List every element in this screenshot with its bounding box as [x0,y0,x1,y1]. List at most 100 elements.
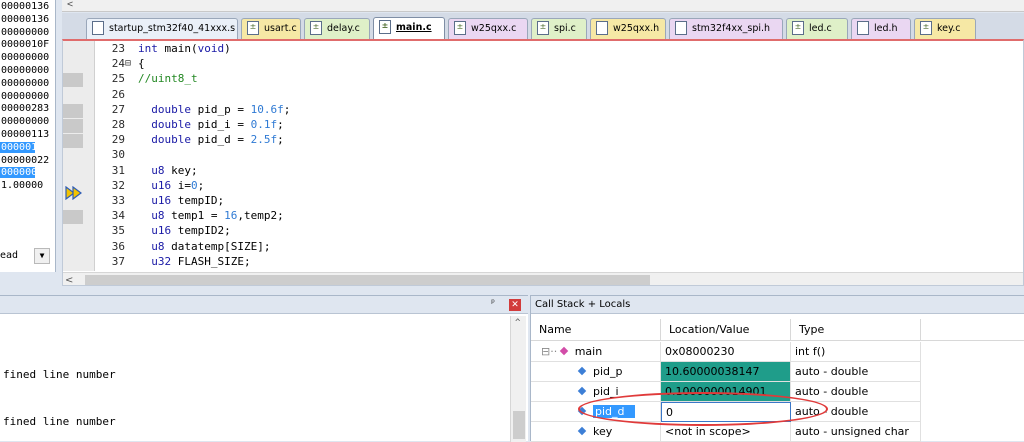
code-line[interactable]: double pid_p = 10.6f; [138,103,290,117]
line-number: 34 [111,209,125,223]
register-value[interactable]: 00000136 [0,1,49,12]
scrollbar-thumb[interactable] [513,411,525,439]
register-mode-dropdown[interactable]: ▼ [34,248,50,264]
tab-main-c[interactable]: ± main.c [373,17,445,39]
register-value[interactable]: 1.00000 [0,180,43,191]
line-number: 33 [111,194,125,207]
tab-label: usart.c [264,23,297,34]
code-line[interactable]: u8 key; [138,164,197,178]
code-line[interactable]: u8 temp1 = 16,temp2; [138,209,283,223]
output-vertical-scrollbar[interactable]: ^ [510,316,526,442]
scrollbar-thumb[interactable] [85,275,650,285]
register-value[interactable]: 00000000 [0,91,49,102]
breakpoint-marker[interactable] [63,73,83,88]
c-file-icon: ± [792,20,804,35]
code-line[interactable]: double pid_i = 0.1f; [138,118,283,132]
register-value[interactable]: 00000000 [0,65,49,76]
fold-toggle-icon[interactable]: ⊟ [125,57,131,71]
register-value[interactable]: 00000283 [0,103,49,114]
code-line[interactable]: //uint8_t [138,72,198,86]
c-file-icon: ± [537,20,549,35]
code-line[interactable]: u32 FLASH_SIZE; [138,255,250,269]
highlight-oval [578,392,828,426]
tab-label: w25qxx.h [613,23,660,34]
tab-w25qxx-h[interactable]: w25qxx.h [590,18,666,39]
tab-startup-stm32f40-41xxx-s[interactable]: startup_stm32f40_41xxx.s [86,18,238,39]
tab-key-c[interactable]: ± key.c [914,18,976,39]
c-file-icon: ± [247,20,259,35]
code-line[interactable]: u16 tempID; [138,194,224,208]
line-number: 30 [111,148,125,162]
type-cell: int f() [791,342,921,362]
register-value[interactable]: 00000136 [0,14,49,25]
output-line: fined line number [3,415,116,428]
register-panel: 00000136 00000136 00000000 0000010F 00000000… [0,0,56,272]
line-number: 27 [111,102,125,116]
locals-name-cell: pid_p [531,362,661,382]
close-icon[interactable]: ✕ [509,299,521,311]
h-file-icon [675,20,687,35]
line-number: 35 [111,224,125,238]
top-scrollbar[interactable] [62,0,1024,12]
tab-stm32f4xx-spi-h[interactable]: stm32f4xx_spi.h [669,18,783,39]
editor-tab-bar: startup_stm32f40_41xxx.s ± usart.c ± delay.c… [62,13,1024,39]
register-value[interactable]: 00000000 [0,78,49,89]
register-mode-label: ead [0,250,19,261]
register-value[interactable]: 00000022 [0,155,49,166]
register-value[interactable]: 00000000 [0,52,49,63]
register-value[interactable]: 00000172 [0,141,49,153]
line-number: 25 [111,72,125,86]
line-number: 37 [111,254,125,268]
scroll-left-button[interactable]: < [62,0,78,12]
tab-w25qxx-c[interactable]: ± w25qxx.c [448,18,528,39]
tab-led-h[interactable]: led.h [851,18,911,39]
scroll-up-icon[interactable]: ^ [515,318,520,328]
variable-icon [577,366,587,376]
value-cell[interactable]: 10.60000038147 [661,362,791,382]
code-line[interactable]: double pid_d = 2.5f; [138,133,283,147]
breakpoint-marker[interactable] [63,210,83,225]
breakpoint-marker[interactable] [63,134,83,149]
breakpoint-gutter[interactable] [63,41,95,271]
code-editor[interactable]: 23 int main(void) 24 ⊟ {25 //uint8_t 26 27 doub… [62,39,1024,286]
tab-usart-c[interactable]: ± usart.c [241,18,301,39]
tab-label: main.c [396,22,432,33]
breakpoint-marker[interactable] [63,103,83,118]
column-header-name[interactable]: Name [531,319,661,341]
c-file-icon: ± [310,20,322,35]
expand-toggle-icon[interactable]: ⊟·· [541,345,561,358]
tab-delay-c[interactable]: ± delay.c [304,18,370,39]
tab-label: startup_stm32f40_41xxx.s [109,23,236,34]
tab-spi-c[interactable]: ± spi.c [531,18,587,39]
pin-icon[interactable]: ᵖ [490,298,496,309]
line-number: 23 [111,42,125,55]
code-line[interactable]: int main(void) [138,42,231,56]
breakpoint-marker[interactable] [63,119,83,133]
h-file-icon [596,20,608,35]
register-value[interactable]: 00000113 [0,129,49,140]
locals-row[interactable]: pid_p 10.60000038147 auto - double [531,362,1024,382]
build-output-panel: ᵖ ✕ fined line number fined line number … [0,295,528,442]
register-value[interactable]: 00000000 [0,27,49,38]
code-line[interactable]: u8 datatemp[SIZE]; [138,240,270,254]
tab-label: stm32f4xx_spi.h [692,23,771,34]
code-line[interactable]: u16 tempID2; [138,224,230,238]
editor-horizontal-scrollbar[interactable]: < [63,272,1023,285]
locals-row[interactable]: ⊟·· main 0x08000230 int f() [531,342,1024,362]
register-value[interactable]: 00000025 [0,167,49,179]
value-cell[interactable]: 0x08000230 [661,342,791,362]
locals-row[interactable]: key <not in scope> auto - unsigned char [531,422,1024,442]
column-header-value[interactable]: Location/Value [661,319,791,341]
column-header-type[interactable]: Type [791,319,921,341]
tab-label: key.c [937,23,961,34]
code-line[interactable]: { [138,57,145,71]
panel-title: Call Stack + Locals [531,296,1024,314]
type-cell: auto - double [791,382,921,402]
code-line[interactable]: u16 i=0; [138,179,204,193]
line-number: 24 [111,57,125,71]
tab-led-c[interactable]: ± led.c [786,18,848,39]
scroll-left-icon[interactable]: < [65,273,73,285]
register-value[interactable]: 0000010F [0,39,49,50]
table-header: Name Location/Value Type [531,319,1024,341]
register-value[interactable]: 00000000 [0,116,49,127]
